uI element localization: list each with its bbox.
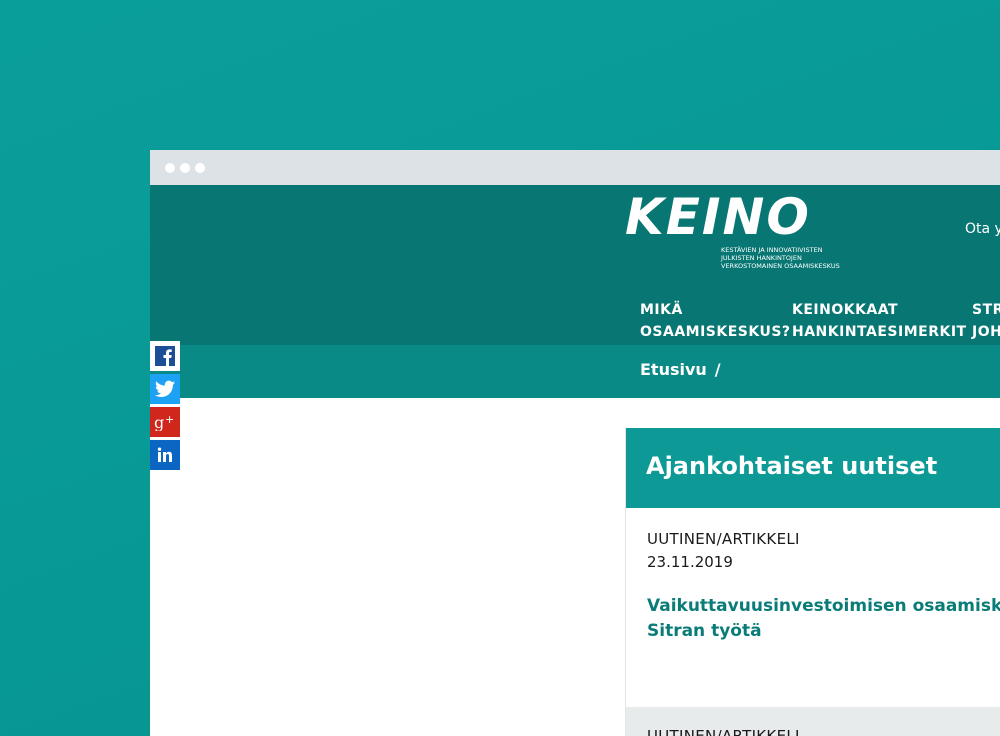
breadcrumb: Etusivu /: [640, 360, 721, 379]
news-title: Ajankohtaiset uutiset: [646, 452, 938, 480]
linkedin-icon: [157, 447, 172, 462]
news-panel: Ajankohtaiset uutiset UUTINEN/ARTIKKELI …: [625, 428, 1000, 736]
svg-text:+: +: [165, 413, 174, 426]
keino-logo[interactable]: KEINO KESTÄVIEN JA INNOVATIIVISTEN JULKI…: [625, 188, 855, 270]
window-titlebar: [150, 150, 1000, 185]
breadcrumb-separator: /: [714, 360, 721, 379]
facebook-share-button[interactable]: [150, 341, 180, 371]
news-item[interactable]: UUTINEN/ARTIKKELI: [626, 707, 1000, 736]
twitter-icon: [155, 380, 175, 397]
breadcrumb-home[interactable]: Etusivu: [640, 360, 707, 379]
breadcrumb-bar: Etusivu /: [150, 345, 1000, 398]
news-date: 23.11.2019: [647, 553, 733, 571]
window-dot[interactable]: [180, 163, 190, 173]
svg-text:g: g: [154, 413, 164, 431]
google-plus-icon: g +: [154, 413, 174, 431]
news-category: UUTINEN/ARTIKKELI: [647, 530, 800, 548]
twitter-share-button[interactable]: [150, 374, 180, 404]
facebook-icon: [155, 346, 175, 366]
news-headline-link[interactable]: Vaikuttavuusinvestoimisen osaamiskesku S…: [647, 594, 1000, 644]
news-header: Ajankohtaiset uutiset: [626, 428, 1000, 508]
linkedin-share-button[interactable]: [150, 440, 180, 470]
nav-item-osaamiskeskus[interactable]: MIKÄ OSAAMISKESKUS?: [640, 299, 791, 343]
window-dot[interactable]: [195, 163, 205, 173]
nav-item-strategic[interactable]: STR JOH: [972, 299, 1000, 343]
news-category: UUTINEN/ARTIKKELI: [647, 727, 800, 736]
contact-link[interactable]: Ota y: [965, 221, 1000, 237]
logo-wordmark: KEINO: [625, 188, 811, 246]
google-plus-share-button[interactable]: g +: [150, 407, 180, 437]
logo-tagline: KESTÄVIEN JA INNOVATIIVISTEN JULKISTEN H…: [721, 246, 840, 270]
nav-item-hankintaesimerkit[interactable]: KEINOKKAAT HANKINTAESIMERKIT: [792, 299, 967, 343]
window-dot[interactable]: [165, 163, 175, 173]
site-header: KEINO KESTÄVIEN JA INNOVATIIVISTEN JULKI…: [150, 185, 1000, 345]
browser-window: KEINO KESTÄVIEN JA INNOVATIIVISTEN JULKI…: [150, 150, 1000, 736]
